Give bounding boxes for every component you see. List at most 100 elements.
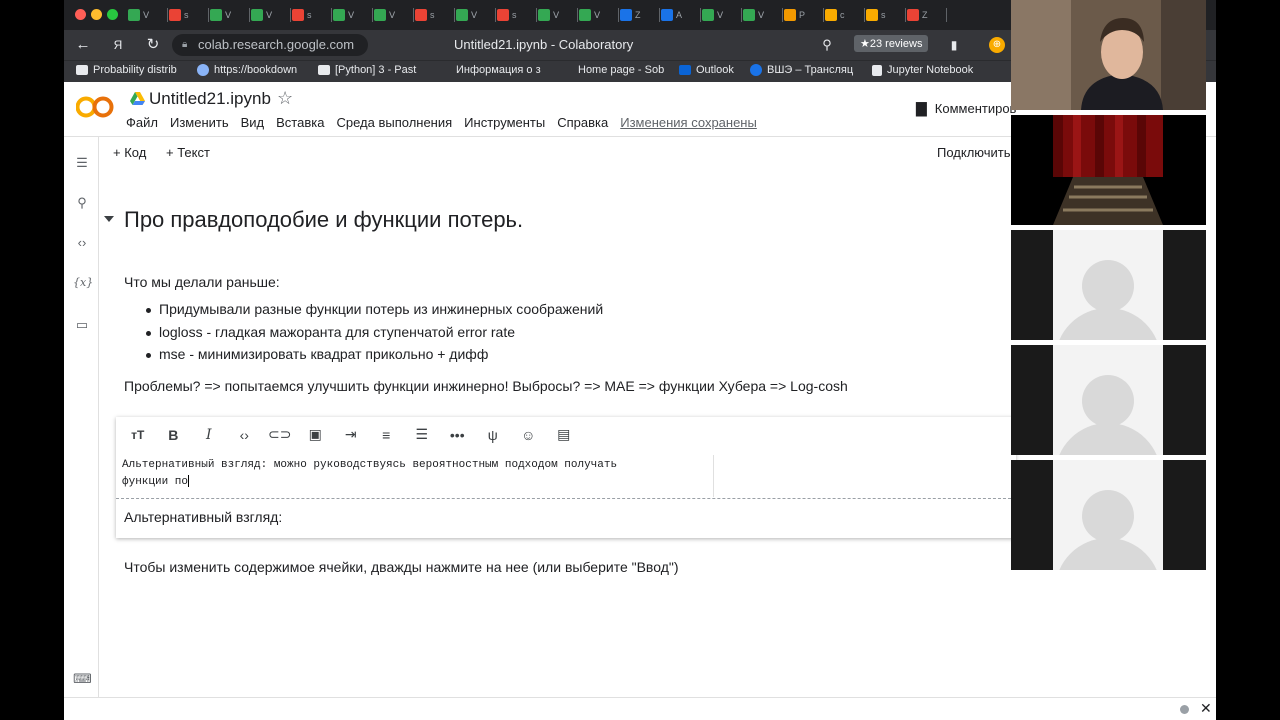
bookmark-item[interactable]: Home page - Sob: [578, 64, 664, 76]
bold-icon[interactable]: B: [156, 427, 192, 443]
colab-logo[interactable]: [76, 95, 114, 119]
search-icon[interactable]: ⚲: [73, 194, 91, 212]
video-tile-avatar: [1011, 230, 1206, 340]
tab-separator: [413, 8, 414, 22]
reviews-badge[interactable]: ★23 reviews: [854, 35, 929, 52]
menu-tools[interactable]: Инструменты: [464, 115, 545, 130]
google-drive-icon[interactable]: [130, 92, 145, 105]
tab-favicon-icon: [620, 9, 632, 21]
zoom-icon[interactable]: ⚲: [818, 36, 836, 54]
bookmark-item[interactable]: Jupyter Notebook: [872, 64, 973, 76]
browser-tab[interactable]: A: [661, 5, 701, 25]
bookmark-item[interactable]: Probability distrib: [76, 64, 177, 76]
browser-tab[interactable]: ᐯ: [374, 5, 414, 25]
browser-tab[interactable]: P: [784, 5, 824, 25]
browser-tab[interactable]: Z: [620, 5, 660, 25]
text-cell-editor[interactable]: ᴛT B I ‹› ⊂⊃ ▣ ⇥ ≡ ☰ ••• ψ ☺ ▤ Альтернат…: [116, 417, 1016, 538]
bookmark-item[interactable]: [Python] 3 - Past: [318, 64, 416, 76]
latex-psi-icon[interactable]: ψ: [475, 427, 511, 443]
menu-runtime[interactable]: Среда выполнения: [336, 115, 452, 130]
bookmark-item[interactable]: ВШЭ – Трансляц: [750, 64, 853, 76]
tab-separator: [782, 8, 783, 22]
files-icon[interactable]: ▭: [73, 316, 91, 334]
browser-tab[interactable]: ᐯ: [333, 5, 373, 25]
bookmark-item[interactable]: Outlook: [679, 64, 734, 76]
indent-icon[interactable]: ⇥: [333, 426, 369, 443]
bulleted-list-icon[interactable]: ☰: [404, 426, 440, 443]
bookmark-icon[interactable]: ▮: [945, 36, 963, 54]
table-of-contents-icon[interactable]: ☰: [73, 154, 91, 172]
tab-favicon-icon: [702, 9, 714, 21]
url-text: colab.research.google.com: [198, 37, 355, 52]
menu-view[interactable]: Вид: [241, 115, 265, 130]
tab-separator: [536, 8, 537, 22]
tab-label: ᐯ: [594, 9, 601, 20]
tab-favicon-icon: [825, 9, 837, 21]
reload-button[interactable]: ↻: [144, 36, 162, 54]
image-icon[interactable]: ▣: [298, 426, 334, 443]
browser-tab[interactable]: s: [866, 5, 906, 25]
variables-icon[interactable]: {x}: [73, 274, 93, 292]
back-button[interactable]: ←: [74, 36, 92, 54]
tab-favicon-icon: [128, 9, 140, 21]
extension-icon[interactable]: ⊕: [989, 37, 1005, 53]
tab-label: s: [512, 10, 517, 20]
tab-label: Z: [922, 10, 928, 20]
collapse-section-icon[interactable]: [104, 216, 114, 222]
bookmark-item[interactable]: Информация о з: [456, 64, 541, 76]
browser-tab[interactable]: ᐯ: [538, 5, 578, 25]
menu-help[interactable]: Справка: [557, 115, 608, 130]
notebook-title[interactable]: Untitled21.ipynb: [149, 89, 271, 109]
maximize-window-button[interactable]: [107, 9, 118, 20]
browser-tab[interactable]: s: [169, 5, 209, 25]
add-text-button[interactable]: + Текст: [166, 145, 210, 160]
bookmark-item[interactable]: https://bookdown: [197, 64, 297, 76]
code-icon[interactable]: ‹›: [227, 427, 263, 443]
close-icon[interactable]: ✕: [1200, 700, 1212, 717]
menu-file[interactable]: Файл: [126, 115, 158, 130]
saved-status[interactable]: Изменения сохранены: [620, 115, 757, 130]
tab-favicon-icon: [374, 9, 386, 21]
browser-tab[interactable]: ᐯ: [210, 5, 250, 25]
italic-icon[interactable]: I: [191, 427, 227, 443]
comment-icon: ▇: [916, 100, 927, 116]
browser-tab[interactable]: s: [292, 5, 332, 25]
problems-text: Проблемы? => попытаемся улучшить функции…: [124, 378, 848, 394]
menu-edit[interactable]: Изменить: [170, 115, 229, 130]
numbered-list-icon[interactable]: ≡: [369, 427, 405, 443]
browser-tab[interactable]: s: [497, 5, 537, 25]
browser-tab[interactable]: ᐯ: [251, 5, 291, 25]
emoji-icon[interactable]: ☺: [511, 427, 547, 443]
url-input[interactable]: 🔒︎ colab.research.google.com: [172, 34, 368, 56]
menu-insert[interactable]: Вставка: [276, 115, 324, 130]
preview-toggle-icon[interactable]: ▤: [546, 426, 582, 443]
status-dot-icon: [1180, 705, 1189, 714]
browser-tab[interactable]: ᐯ: [579, 5, 619, 25]
tab-label: ᐯ: [389, 9, 396, 20]
browser-tab[interactable]: c: [825, 5, 865, 25]
edit-hint-text[interactable]: Чтобы изменить содержимое ячейки, дважды…: [124, 559, 679, 575]
video-tile-background: [1011, 115, 1206, 225]
link-icon[interactable]: ⊂⊃: [262, 426, 298, 443]
close-window-button[interactable]: [75, 9, 86, 20]
browser-tab[interactable]: Z: [907, 5, 947, 25]
speaker-video: [1011, 0, 1206, 110]
browser-tab[interactable]: ᐯ: [702, 5, 742, 25]
horizontal-rule-icon[interactable]: •••: [440, 427, 476, 443]
browser-tab[interactable]: s: [415, 5, 455, 25]
code-snippets-icon[interactable]: ‹›: [73, 234, 91, 252]
browser-tab[interactable]: ᐯ: [743, 5, 783, 25]
comment-button[interactable]: ▇ Комментиров: [916, 100, 1016, 117]
tab-separator: [700, 8, 701, 22]
browser-tab[interactable]: ᐯ: [128, 5, 168, 25]
minimize-window-button[interactable]: [91, 9, 102, 20]
add-code-button[interactable]: + Код: [113, 145, 146, 160]
browser-tab[interactable]: ᐯ: [456, 5, 496, 25]
tab-separator: [249, 8, 250, 22]
yandex-icon[interactable]: Я: [109, 36, 127, 54]
list-item: Придумывали разные функции потерь из инж…: [145, 301, 603, 324]
terminal-icon[interactable]: ⌨: [73, 670, 92, 688]
markdown-source-input[interactable]: Альтернативный взгляд: можно руководству…: [122, 457, 714, 491]
heading-icon[interactable]: ᴛT: [120, 428, 156, 442]
star-icon[interactable]: ☆: [277, 88, 293, 109]
